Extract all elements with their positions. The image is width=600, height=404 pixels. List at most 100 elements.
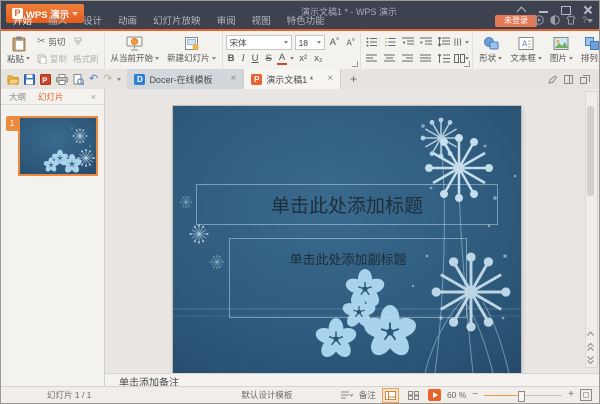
next-slide-icon[interactable] bbox=[586, 354, 595, 366]
slide-thumbnail[interactable] bbox=[18, 116, 98, 176]
qat-dropdown-icon[interactable] bbox=[117, 77, 122, 81]
play-slideshow-button[interactable] bbox=[427, 389, 441, 401]
arrange-button[interactable]: 排列 bbox=[578, 36, 599, 64]
align-right-button[interactable] bbox=[400, 51, 415, 65]
font-dialog-launcher[interactable] bbox=[352, 61, 359, 67]
brush-icon bbox=[74, 37, 82, 44]
scroll-up-icon[interactable] bbox=[586, 327, 595, 339]
font-color-button[interactable]: A bbox=[276, 52, 288, 65]
close-docer-tab-icon[interactable]: × bbox=[230, 74, 236, 84]
paragraph-spacing-button[interactable] bbox=[436, 35, 451, 49]
font-name-select[interactable]: 宋体 bbox=[225, 35, 292, 50]
slides-tab[interactable]: 幻灯片 bbox=[38, 91, 64, 103]
play-from-current-button[interactable]: 从当前开始 bbox=[108, 36, 163, 64]
zoom-slider[interactable] bbox=[484, 390, 563, 402]
tab-special-features[interactable]: 特色功能 bbox=[279, 15, 333, 29]
save-icon[interactable] bbox=[24, 73, 35, 85]
notes-toggle-icon[interactable] bbox=[340, 391, 353, 400]
maximize-icon[interactable] bbox=[559, 4, 572, 15]
theme-icon[interactable] bbox=[550, 15, 560, 25]
print-icon[interactable] bbox=[56, 73, 68, 85]
superscript-button[interactable]: x² bbox=[297, 53, 309, 64]
previous-slide-icon[interactable] bbox=[586, 341, 595, 353]
bold-button[interactable]: B bbox=[226, 53, 237, 64]
shapes-button[interactable]: 形状 bbox=[476, 36, 505, 64]
bullet-list-button[interactable] bbox=[364, 35, 379, 49]
close-panel-icon[interactable]: × bbox=[91, 92, 96, 102]
format-painter-button[interactable] bbox=[71, 34, 101, 49]
notes-toggle-label[interactable]: 备注 bbox=[359, 389, 376, 401]
increase-font-button[interactable]: A˄ bbox=[328, 37, 342, 48]
arrange-label: 排列 bbox=[580, 53, 598, 63]
close-current-tab-icon[interactable]: × bbox=[327, 74, 333, 84]
subscript-button[interactable]: x₂ bbox=[312, 53, 324, 64]
paragraph-group bbox=[360, 31, 472, 69]
tab-animation[interactable]: 动画 bbox=[110, 15, 145, 29]
picture-icon bbox=[553, 37, 569, 50]
underline-button[interactable]: U bbox=[250, 53, 261, 64]
slide-sorter-view-button[interactable] bbox=[405, 388, 422, 403]
decrease-font-button[interactable]: A˅ bbox=[344, 38, 357, 48]
line-spacing-button[interactable] bbox=[436, 51, 451, 65]
zoom-slider-handle[interactable] bbox=[517, 390, 525, 402]
justify-button[interactable] bbox=[418, 51, 433, 65]
login-button[interactable]: 未登录 bbox=[495, 15, 537, 27]
docer-icon: D bbox=[134, 73, 146, 85]
new-slide-icon bbox=[184, 37, 199, 50]
subtitle-placeholder[interactable]: 单击此处添加副标题 bbox=[229, 238, 467, 318]
picture-button[interactable]: 图片 bbox=[547, 36, 576, 64]
strikethrough-button[interactable]: S bbox=[264, 53, 274, 64]
paste-button[interactable]: 粘贴 bbox=[4, 36, 33, 65]
font-color-dropdown[interactable] bbox=[290, 57, 295, 60]
text-box-button[interactable]: A 文本框 bbox=[507, 36, 545, 64]
open-file-icon[interactable] bbox=[7, 74, 19, 85]
close-icon[interactable] bbox=[581, 4, 594, 15]
scissors-icon: ✂ bbox=[37, 36, 46, 47]
zoom-out-button[interactable]: − bbox=[472, 390, 478, 400]
cut-button[interactable]: ✂ 剪切 bbox=[35, 34, 69, 49]
doc-tab-current[interactable]: P 演示文稿1 * × bbox=[244, 69, 342, 89]
title-placeholder[interactable]: 单击此处添加标题 bbox=[196, 184, 498, 225]
tab-review[interactable]: 审阅 bbox=[209, 15, 244, 29]
new-tab-button[interactable]: + bbox=[341, 69, 366, 89]
normal-view-button[interactable] bbox=[381, 387, 399, 403]
align-left-button[interactable] bbox=[364, 51, 379, 65]
font-size-select[interactable]: 18 bbox=[294, 35, 325, 50]
tab-home[interactable]: 开始 bbox=[5, 15, 40, 29]
tab-design[interactable]: 设计 bbox=[75, 15, 110, 29]
italic-button[interactable]: I bbox=[239, 54, 246, 64]
tab-slideshow[interactable]: 幻灯片放映 bbox=[145, 15, 209, 29]
panel-tool-icon[interactable] bbox=[564, 74, 573, 84]
new-slide-button[interactable]: 新建幻灯片 bbox=[164, 36, 219, 64]
switch-tab-icon[interactable] bbox=[580, 74, 590, 84]
numbered-list-button[interactable] bbox=[382, 35, 397, 49]
export-pdf-icon[interactable]: P bbox=[40, 73, 51, 85]
scrollbar-thumb[interactable] bbox=[587, 106, 594, 196]
text-direction-button[interactable] bbox=[454, 35, 470, 49]
minimize-icon[interactable] bbox=[537, 4, 550, 15]
doc-tab-docer[interactable]: D Docer-在线模板 × bbox=[127, 69, 245, 89]
fit-window-icon[interactable] bbox=[580, 389, 592, 401]
outline-tab[interactable]: 大纲 bbox=[9, 91, 26, 103]
presentation-file-icon: P bbox=[251, 73, 263, 85]
skin-icon[interactable] bbox=[566, 15, 576, 25]
tab-view[interactable]: 视图 bbox=[244, 15, 279, 29]
redo-icon[interactable]: ↷ bbox=[103, 73, 112, 85]
zoom-in-button[interactable]: + bbox=[568, 390, 574, 400]
slide-canvas[interactable]: 单击此处添加标题 单击此处添加副标题 bbox=[173, 106, 521, 373]
text-box-label: 文本框 bbox=[510, 53, 536, 63]
copy-button[interactable]: 复制 bbox=[35, 51, 69, 66]
play-demo-icon[interactable] bbox=[534, 15, 544, 25]
paragraph-dialog-launcher[interactable] bbox=[464, 61, 471, 67]
tab-insert[interactable]: 插入 bbox=[40, 15, 75, 29]
decrease-indent-button[interactable] bbox=[400, 35, 415, 49]
collapse-ribbon-icon[interactable] bbox=[515, 4, 528, 15]
help-icon[interactable]: ? bbox=[582, 15, 593, 25]
undo-icon[interactable]: ↶ bbox=[89, 73, 98, 85]
vertical-scrollbar[interactable] bbox=[585, 91, 598, 368]
pen-tool-icon[interactable] bbox=[548, 74, 557, 84]
increase-indent-button[interactable] bbox=[418, 35, 433, 49]
align-center-button[interactable] bbox=[382, 51, 397, 65]
design-template-button[interactable]: 默认设计模板 bbox=[241, 389, 292, 401]
print-preview-icon[interactable] bbox=[73, 73, 84, 85]
